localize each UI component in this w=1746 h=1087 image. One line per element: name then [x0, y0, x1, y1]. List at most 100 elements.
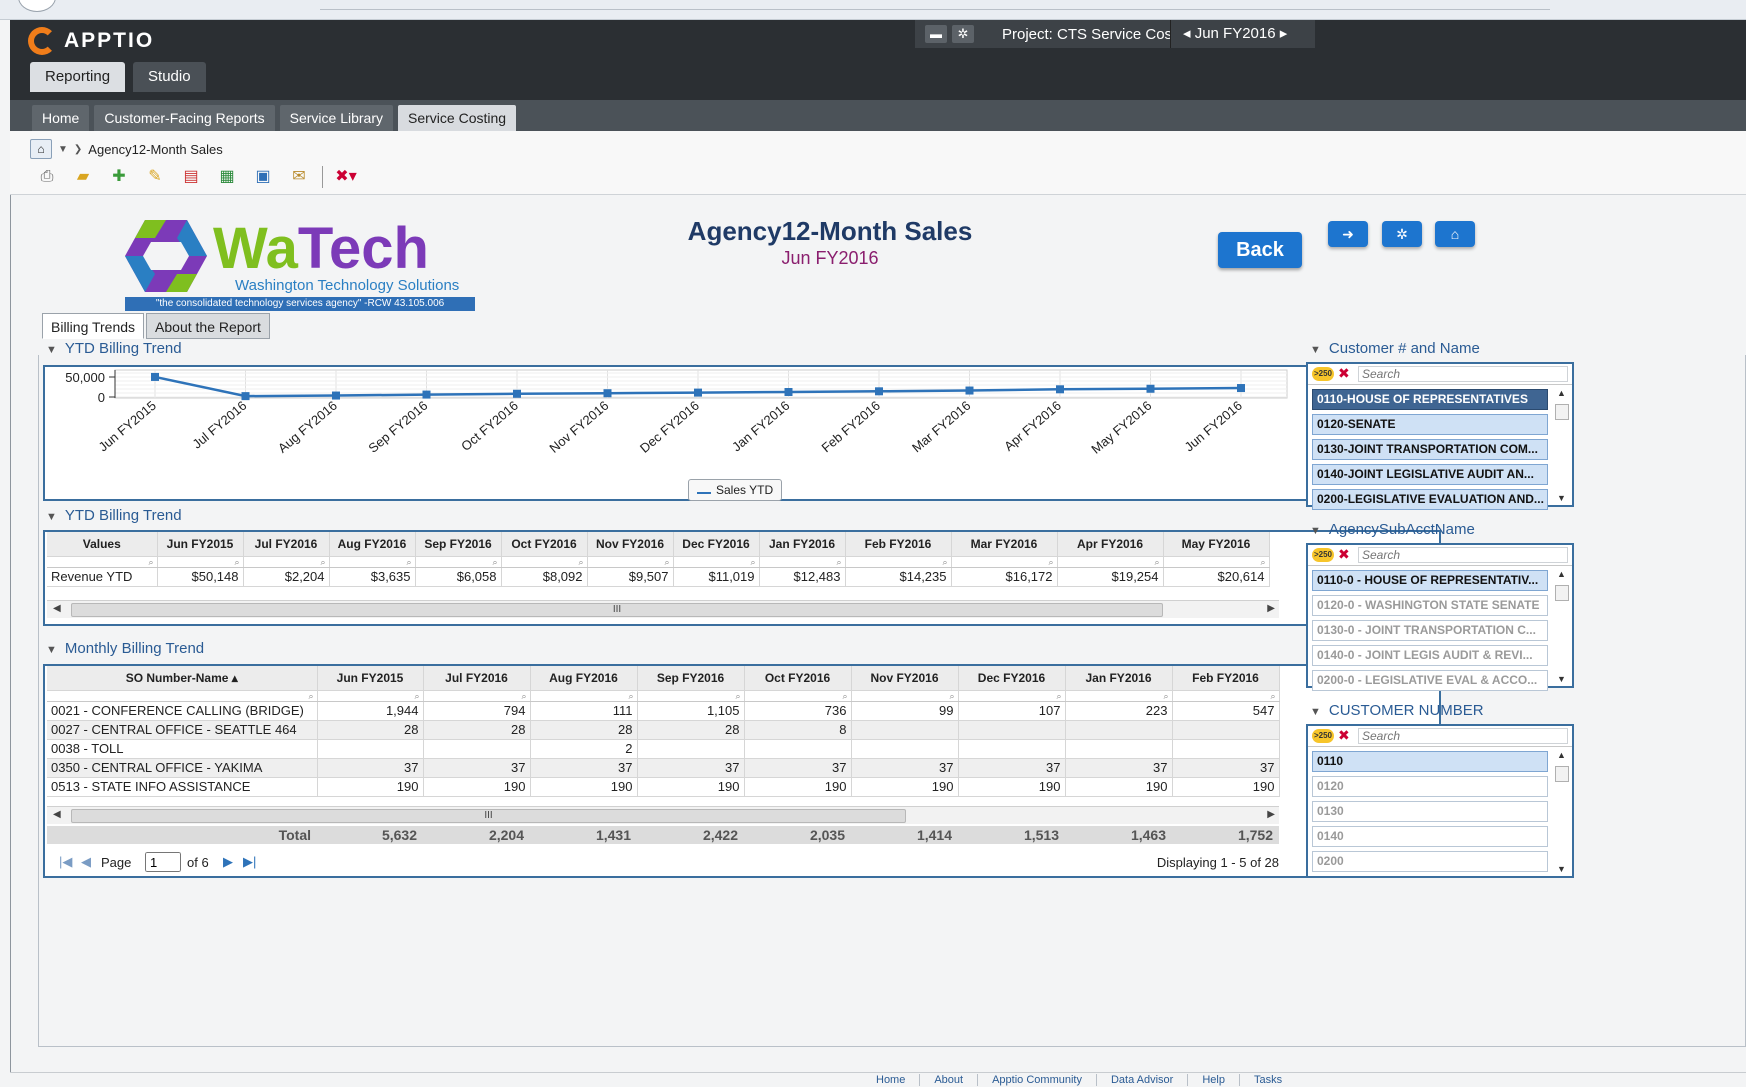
filter-item[interactable]: 0120: [1312, 776, 1548, 797]
table-row[interactable]: 0513 - STATE INFO ASSISTANCE 190 190 190 190…: [47, 777, 1280, 797]
column-filter-icon[interactable]: ⌕: [317, 690, 424, 702]
tab-about-the-report[interactable]: About the Report: [146, 313, 270, 339]
next-page-icon[interactable]: ▶: [223, 854, 233, 870]
filter-item[interactable]: 0110-HOUSE OF REPRESENTATIVES: [1312, 389, 1548, 410]
column-filter-icon[interactable]: ⌕: [1057, 556, 1164, 568]
footer-link-data-advisor[interactable]: Data Advisor: [1097, 1074, 1189, 1086]
home-nav-icon[interactable]: ⌂: [1435, 221, 1475, 247]
collapse-icon[interactable]: ▼: [1310, 525, 1321, 537]
data-point[interactable]: [1237, 384, 1245, 393]
table-row[interactable]: 0027 - CENTRAL OFFICE - SEATTLE 464 28 28 2…: [47, 720, 1280, 740]
back-button[interactable]: Back: [1218, 232, 1302, 268]
data-point[interactable]: [1146, 384, 1155, 393]
month-col-header[interactable]: Sep FY2016: [637, 666, 745, 691]
filter-item[interactable]: 0130-0 - JOINT TRANSPORTATION C...: [1312, 620, 1548, 641]
ytd-col-header[interactable]: Aug FY2016: [329, 532, 416, 557]
month-col-header[interactable]: Jul FY2016: [423, 666, 531, 691]
month-col-header[interactable]: Dec FY2016: [958, 666, 1066, 691]
ytd-col-header[interactable]: Apr FY2016: [1057, 532, 1164, 557]
ytd-hscrollbar[interactable]: ◀ III ▶: [47, 600, 1279, 618]
monthly-hscrollbar[interactable]: ◀ III ▶: [47, 806, 1279, 824]
collapse-icon[interactable]: ▼: [46, 644, 57, 656]
column-filter-icon[interactable]: ⌕: [47, 690, 318, 702]
apptio-logo[interactable]: APPTIO: [28, 26, 154, 56]
email-icon[interactable]: ✉: [286, 165, 312, 189]
chevron-down-icon[interactable]: ▼: [58, 144, 68, 155]
filter-item[interactable]: 0110: [1312, 751, 1548, 772]
custnum-filter-title[interactable]: ▼ CUSTOMER NUMBER: [1310, 702, 1484, 719]
scroll-down-icon[interactable]: ▼: [1557, 864, 1566, 874]
footer-link-home[interactable]: Home: [862, 1074, 921, 1086]
data-point[interactable]: [603, 389, 612, 398]
first-page-icon[interactable]: |◀: [59, 854, 72, 870]
tab-billing-trends[interactable]: Billing Trends: [42, 313, 145, 339]
notes-icon[interactable]: ✎: [142, 165, 168, 189]
month-col-header[interactable]: Feb FY2016: [1172, 666, 1280, 691]
scroll-thumb[interactable]: [1555, 766, 1569, 782]
ytd-col-header[interactable]: Values: [47, 532, 158, 557]
filter-item[interactable]: 0200-0 - LEGISLATIVE EVAL & ACCO...: [1312, 670, 1548, 691]
url-bar[interactable]: [320, 2, 1550, 10]
column-filter-icon[interactable]: ⌕: [673, 556, 760, 568]
print-icon[interactable]: ⎙: [34, 165, 60, 189]
column-filter-icon[interactable]: ⌕: [157, 556, 244, 568]
scroll-up-icon[interactable]: ▲: [1557, 569, 1566, 579]
image-export-icon[interactable]: ▣: [250, 165, 276, 189]
table-row[interactable]: 0350 - CENTRAL OFFICE - YAKIMA 37 37 37 37 37…: [47, 758, 1280, 778]
sub-tab-home[interactable]: Home: [32, 105, 90, 131]
prev-page-icon[interactable]: ◀: [81, 854, 91, 870]
ytd-col-header[interactable]: Oct FY2016: [501, 532, 588, 557]
ytd-col-header[interactable]: Sep FY2016: [415, 532, 502, 557]
scroll-thumb[interactable]: [1555, 404, 1569, 420]
scroll-up-icon[interactable]: ▲: [1557, 388, 1566, 398]
data-point[interactable]: [241, 392, 250, 401]
filter-vscrollbar[interactable]: ▲ ▼: [1554, 750, 1570, 874]
column-filter-icon[interactable]: ⌕: [1065, 690, 1173, 702]
data-point[interactable]: [784, 388, 793, 397]
scroll-left-icon[interactable]: ◀: [53, 603, 61, 614]
data-point[interactable]: [1056, 385, 1064, 394]
scroll-down-icon[interactable]: ▼: [1557, 493, 1566, 503]
data-point[interactable]: [965, 386, 974, 395]
scroll-left-icon[interactable]: ◀: [53, 809, 61, 820]
sub-tab-customer-facing-reports[interactable]: Customer-Facing Reports: [94, 105, 275, 131]
column-filter-icon[interactable]: ⌕: [845, 556, 952, 568]
month-col-header[interactable]: Jun FY2015: [317, 666, 424, 691]
collapse-icon[interactable]: ▼: [1310, 706, 1321, 718]
sub-tab-service-library[interactable]: Service Library: [279, 105, 394, 131]
ytd-col-header[interactable]: Jul FY2016: [243, 532, 330, 557]
filter-item[interactable]: 0140-JOINT LEGISLATIVE AUDIT AN...: [1312, 464, 1548, 485]
data-point[interactable]: [151, 372, 159, 381]
table-row[interactable]: 0021 - CONFERENCE CALLING (BRIDGE) 1,944 7…: [47, 701, 1280, 721]
open-folder-icon[interactable]: ▰: [70, 165, 96, 189]
ytd-col-header[interactable]: May FY2016: [1163, 532, 1270, 557]
data-point[interactable]: [875, 387, 883, 396]
ytd-col-header[interactable]: Jan FY2016: [759, 532, 846, 557]
column-filter-icon[interactable]: ⌕: [759, 556, 846, 568]
column-filter-icon[interactable]: ⌕: [744, 690, 852, 702]
data-point[interactable]: [694, 388, 702, 397]
column-filter-icon[interactable]: ⌕: [329, 556, 416, 568]
scroll-thumb[interactable]: III: [71, 603, 1163, 617]
month-col-header[interactable]: Jan FY2016: [1065, 666, 1173, 691]
data-point[interactable]: [422, 390, 431, 399]
filter-item[interactable]: 0130: [1312, 801, 1548, 822]
filter-item[interactable]: 0110-0 - HOUSE OF REPRESENTATIV...: [1312, 570, 1548, 591]
clear-filter-icon[interactable]: ✖: [1338, 365, 1350, 382]
column-filter-icon[interactable]: ⌕: [587, 556, 674, 568]
ytd-col-header[interactable]: Feb FY2016: [845, 532, 952, 557]
footer-link-apptio-community[interactable]: Apptio Community: [978, 1074, 1097, 1086]
ytd-col-header[interactable]: Nov FY2016: [587, 532, 674, 557]
settings-icon[interactable]: ✲: [1382, 221, 1422, 247]
filter-search-input[interactable]: [1358, 728, 1568, 744]
collapse-icon[interactable]: ▼: [46, 344, 57, 356]
column-filter-icon[interactable]: ⌕: [501, 556, 588, 568]
so-number-name-header[interactable]: SO Number-Name ▴: [47, 666, 318, 691]
table-row[interactable]: 0038 - TOLL 2: [47, 739, 1280, 759]
page-input[interactable]: [145, 852, 181, 872]
column-filter-icon[interactable]: ⌕: [1172, 690, 1280, 702]
filter-item[interactable]: 0120-0 - WASHINGTON STATE SENATE: [1312, 595, 1548, 616]
filter-item[interactable]: 0120-SENATE: [1312, 414, 1548, 435]
ytd-table-section-title[interactable]: ▼ YTD Billing Trend: [46, 507, 182, 524]
footer-link-about[interactable]: About: [920, 1074, 979, 1086]
